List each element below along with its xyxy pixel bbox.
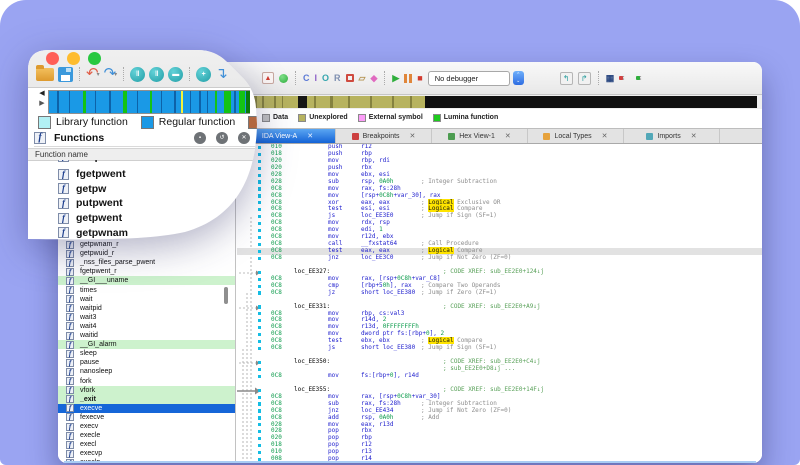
function-name: fgetpwent (76, 168, 126, 181)
save-file-button[interactable] (58, 67, 73, 82)
screenshot-canvas: ▲CIOR▱◆▶■No debugger⌃⌄↰↱▦≡≡ DataUnexplor… (0, 0, 800, 465)
function-row-large[interactable]: f endpwent (28, 160, 257, 167)
navband-stripe (199, 91, 201, 113)
panel-menu-button[interactable]: ▪ (194, 132, 206, 144)
navband-stripe (161, 91, 162, 113)
jump-forward-button[interactable]: ↷ ▾ (104, 66, 118, 82)
function-name: getpw (76, 182, 107, 195)
navband-stripe (109, 91, 111, 113)
navband-right-arrow-icon[interactable]: ▶ (39, 100, 44, 107)
navband-stripe (215, 91, 217, 113)
function-name: getpwent (76, 212, 123, 225)
navigator-band-zoomed[interactable] (48, 90, 250, 114)
detach-process-button[interactable]: ▬ (168, 67, 183, 82)
attach-process-button[interactable]: + (196, 67, 211, 82)
legend-item: Library function (38, 116, 128, 129)
function-f-icon: f (58, 227, 69, 238)
zoom-card-wrapper: ↶ ▾ ↷ ▾ ‖ ‖ ▬ + ↴ ◀ ▶ Library function Regular fun… (0, 0, 800, 465)
legend-item: Instruction (248, 116, 314, 129)
function-f-icon: f (58, 160, 69, 162)
function-row-large[interactable]: f getpwent (28, 211, 257, 226)
legend-label: Instruction (266, 116, 315, 128)
open-file-button[interactable] (36, 68, 54, 81)
navband-stripe (246, 91, 250, 113)
function-f-icon: f (58, 169, 69, 180)
navband-stripe (95, 91, 96, 113)
pause-all-button[interactable]: ‖ (149, 67, 164, 82)
function-row-large[interactable]: f getpwnam (28, 225, 257, 240)
navband-stripe (137, 91, 138, 113)
function-f-icon: f (58, 183, 69, 194)
navband-stripe (150, 91, 152, 113)
toolbar-separator (189, 67, 190, 81)
legend-swatch (38, 116, 51, 129)
step-into-button[interactable]: ↴ (215, 66, 228, 82)
toolbar-separator (123, 67, 124, 81)
function-f-icon: f (58, 213, 69, 224)
navband-scroll-arrows[interactable]: ◀ ▶ (37, 89, 47, 109)
function-row-large[interactable]: f getpw (28, 182, 257, 197)
navband-stripe (69, 91, 70, 113)
function-name: endpwent (76, 160, 125, 163)
legend-swatch (248, 116, 261, 129)
navband-stripe (181, 91, 183, 113)
navband-stripe (190, 91, 191, 113)
legend-swatch (141, 116, 154, 129)
legend-item: Regular function (141, 116, 235, 129)
navband-stripe (83, 91, 86, 113)
toolbar-separator (79, 67, 80, 81)
navband-stripe (123, 91, 127, 113)
function-f-icon: f (58, 198, 69, 209)
navband-stripe (234, 91, 236, 113)
panel-close-button[interactable]: ✕ (238, 132, 250, 144)
functions-panel-buttons: ▪ ↺ ✕ (194, 132, 250, 144)
zoom-card: ↶ ▾ ↷ ▾ ‖ ‖ ▬ + ↴ ◀ ▶ Library function Regular fun… (0, 0, 800, 465)
function-row-large[interactable]: f putpwent (28, 196, 257, 211)
navband-stripe (207, 91, 208, 113)
functions-panel-title: Functions (54, 132, 105, 144)
legend-label: Regular function (158, 116, 236, 128)
navband-stripe (57, 91, 59, 113)
jump-forward-button-dropdown-icon[interactable]: ▾ (114, 71, 117, 78)
legend-label: Library function (56, 116, 128, 128)
pause-process-button[interactable]: ‖ (130, 67, 145, 82)
function-name: putpwent (76, 197, 123, 210)
functions-panel-icon: f (34, 132, 46, 144)
function-row-large[interactable]: f fgetpwent (28, 167, 257, 182)
navband-stripe (174, 91, 176, 113)
main-toolbar-icons: ↶ ▾ ↷ ▾ ‖ ‖ ▬ + ↴ (36, 62, 228, 86)
navband-stripe (239, 91, 245, 113)
functions-panel-titlebar: f Functions ▪ ↺ ✕ (34, 130, 258, 147)
navband-left-arrow-icon[interactable]: ◀ (39, 90, 44, 97)
jump-back-button[interactable]: ↶ ▾ (86, 66, 100, 82)
navband-stripe (224, 91, 231, 113)
navband-legend-zoomed: Library function Regular function Instruct… (38, 114, 315, 130)
panel-refresh-button[interactable]: ↺ (216, 132, 228, 144)
function-name: getpwnam (76, 226, 128, 239)
jump-back-button-dropdown-icon[interactable]: ▾ (97, 71, 100, 78)
